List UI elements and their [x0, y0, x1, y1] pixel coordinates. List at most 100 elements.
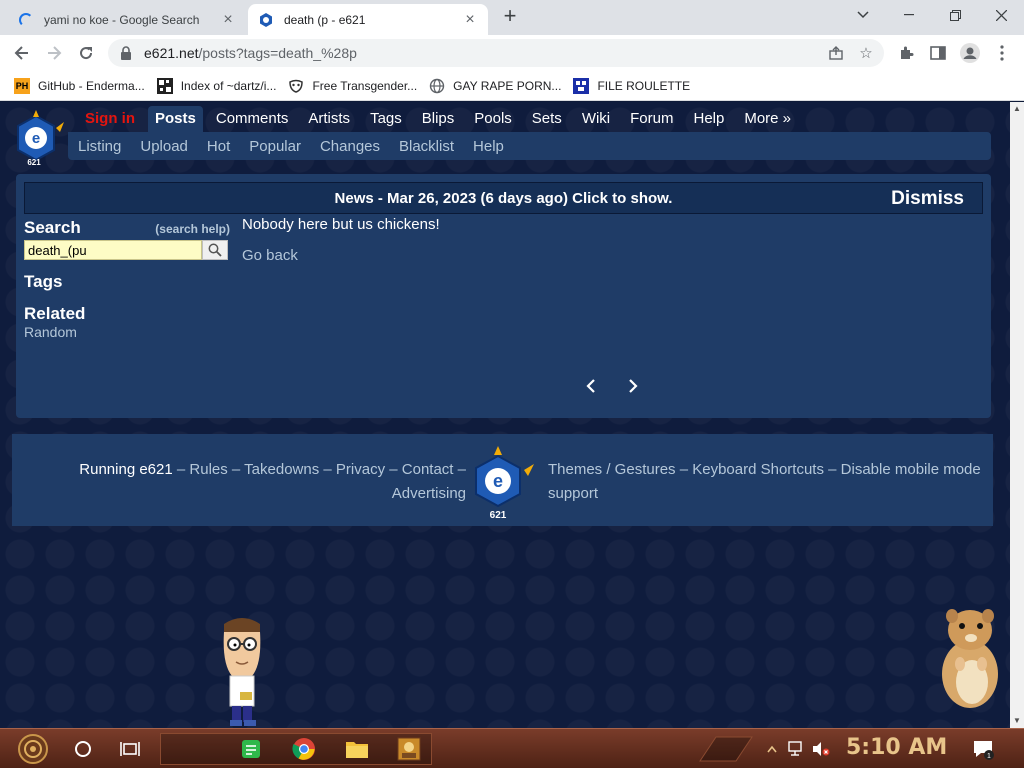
- sidebar: Search (search help) Tags Related Random: [24, 218, 230, 340]
- lock-icon[interactable]: [120, 46, 134, 60]
- nav-help[interactable]: Help: [686, 106, 731, 132]
- close-tab-icon[interactable]: ×: [220, 11, 236, 28]
- scroll-up-arrow-icon[interactable]: ▲: [1010, 102, 1024, 116]
- bookmark-index-of-dartz[interactable]: Index of ~dartz/i...: [156, 77, 276, 94]
- nav-sign-in[interactable]: Sign in: [78, 106, 142, 132]
- bookmark-file-roulette[interactable]: FILE ROULETTE: [573, 77, 691, 94]
- restore-button[interactable]: [932, 0, 978, 30]
- chrome-app-icon[interactable]: [288, 733, 320, 765]
- go-back-link[interactable]: Go back: [242, 247, 440, 264]
- reload-button[interactable]: [72, 39, 100, 67]
- subnav-changes[interactable]: Changes: [320, 138, 380, 155]
- footer-right-links: Themes / Gestures – Keyboard Shortcuts –…: [548, 458, 1008, 506]
- footer-privacy-link[interactable]: Privacy: [336, 461, 385, 478]
- nav-tags[interactable]: Tags: [363, 106, 409, 132]
- dismiss-news-button[interactable]: Dismiss: [891, 188, 964, 210]
- search-input[interactable]: [24, 240, 202, 260]
- bookmark-label: Free Transgender...: [312, 78, 418, 93]
- site-footer: Running e621 – Rules – Takedowns – Priva…: [12, 434, 993, 526]
- scroll-down-arrow-icon[interactable]: ▼: [1010, 714, 1024, 728]
- search-help-link[interactable]: (search help): [155, 222, 230, 236]
- svg-text:621: 621: [27, 158, 41, 167]
- bookmark-star-icon[interactable]: ☆: [852, 39, 880, 67]
- notes-app-icon[interactable]: [236, 733, 266, 765]
- media-app-icon[interactable]: [394, 733, 424, 765]
- subnav-listing[interactable]: Listing: [78, 138, 121, 155]
- hamster-character: [930, 602, 1006, 715]
- news-banner[interactable]: News - Mar 26, 2023 (6 days ago) Click t…: [24, 182, 983, 214]
- task-view-button[interactable]: [114, 733, 146, 765]
- no-results-message: Nobody here but us chickens!: [242, 216, 440, 233]
- taskbar-clock[interactable]: 5:10 AM: [846, 735, 947, 760]
- separator: –: [176, 461, 186, 478]
- volume-muted-icon[interactable]: [810, 733, 832, 765]
- subnav-hot[interactable]: Hot: [207, 138, 230, 155]
- footer-left-links: Running e621 – Rules – Takedowns – Priva…: [66, 458, 466, 506]
- address-bar[interactable]: e621.net/posts?tags=death_%28p ☆: [108, 39, 884, 67]
- close-tab-icon[interactable]: ×: [462, 11, 478, 28]
- cartoon-man-with-glasses-character: [214, 614, 270, 728]
- start-button[interactable]: [10, 733, 56, 765]
- footer-support-link[interactable]: support: [548, 485, 598, 502]
- nav-comments[interactable]: Comments: [209, 106, 296, 132]
- nav-wiki[interactable]: Wiki: [575, 106, 617, 132]
- new-tab-button[interactable]: +: [498, 5, 522, 29]
- previous-page-button[interactable]: [579, 374, 603, 398]
- tab-search-chevron-icon[interactable]: [840, 0, 886, 30]
- file-explorer-icon[interactable]: [342, 733, 372, 765]
- share-icon[interactable]: [822, 39, 850, 67]
- bookmark-github[interactable]: PH GitHub - Enderma...: [14, 77, 145, 94]
- profile-avatar-icon[interactable]: [956, 39, 984, 67]
- chrome-menu-icon[interactable]: [988, 39, 1016, 67]
- footer-takedowns-link[interactable]: Takedowns: [244, 461, 319, 478]
- nav-blips[interactable]: Blips: [415, 106, 462, 132]
- footer-keyboard-shortcuts-link[interactable]: Keyboard Shortcuts: [692, 461, 824, 478]
- nav-pools[interactable]: Pools: [467, 106, 519, 132]
- subnav-help[interactable]: Help: [473, 138, 504, 155]
- footer-disable-mobile-mode-link[interactable]: Disable mobile mode: [841, 461, 981, 478]
- browser-tab-e621[interactable]: death (p - e621 ×: [248, 4, 488, 35]
- nav-sets[interactable]: Sets: [525, 106, 569, 132]
- cortana-search-button[interactable]: [68, 733, 98, 765]
- subnav-upload[interactable]: Upload: [140, 138, 188, 155]
- taskbar-decoration: [694, 733, 758, 765]
- svg-text:1: 1: [987, 753, 991, 760]
- svg-text:e: e: [493, 471, 503, 491]
- separator: –: [679, 461, 689, 478]
- footer-themes-link[interactable]: Themes / Gestures: [548, 461, 676, 478]
- nav-forum[interactable]: Forum: [623, 106, 680, 132]
- footer-advertising-link[interactable]: Advertising: [392, 485, 466, 502]
- separator: –: [323, 461, 332, 478]
- back-button[interactable]: [8, 39, 36, 67]
- random-link[interactable]: Random: [24, 324, 230, 340]
- subnav-blacklist[interactable]: Blacklist: [399, 138, 454, 155]
- action-center-notifications-icon[interactable]: 1: [968, 733, 998, 765]
- minimize-button[interactable]: [886, 0, 932, 30]
- news-text[interactable]: News - Mar 26, 2023 (6 days ago) Click t…: [335, 190, 673, 207]
- show-hidden-icons-chevron-icon[interactable]: [764, 733, 780, 765]
- extensions-puzzle-icon[interactable]: [892, 39, 920, 67]
- close-window-button[interactable]: [978, 0, 1024, 30]
- next-page-button[interactable]: [621, 374, 645, 398]
- nav-artists[interactable]: Artists: [301, 106, 357, 132]
- network-icon[interactable]: [786, 733, 808, 765]
- browser-tab-strip: yami no koe - Google Search × death (p -…: [0, 0, 1024, 35]
- footer-rules-link[interactable]: Rules: [189, 461, 227, 478]
- sub-nav: Listing Upload Hot Popular Changes Black…: [68, 132, 991, 160]
- steampunk-start-orb-icon: [18, 734, 48, 764]
- subnav-popular[interactable]: Popular: [249, 138, 301, 155]
- search-button[interactable]: [202, 240, 228, 260]
- e621-logo[interactable]: e 621: [14, 108, 68, 168]
- bookmark-gay-rape-porn[interactable]: GAY RAPE PORN...: [429, 78, 561, 94]
- footer-e621-logo[interactable]: e 621: [468, 442, 540, 521]
- browser-tab-google-search[interactable]: yami no koe - Google Search ×: [8, 4, 246, 35]
- bookmark-label: FILE ROULETTE: [597, 78, 691, 93]
- nav-more[interactable]: More »: [737, 106, 798, 132]
- nav-posts[interactable]: Posts: [148, 106, 203, 132]
- bookmark-label: GitHub - Enderma...: [38, 78, 145, 93]
- forward-button[interactable]: [40, 39, 68, 67]
- footer-contact-link[interactable]: Contact: [402, 461, 454, 478]
- side-panel-icon[interactable]: [924, 39, 952, 67]
- bookmark-free-transgender[interactable]: Free Transgender...: [288, 78, 417, 94]
- page-scrollbar[interactable]: ▲ ▼: [1010, 102, 1024, 728]
